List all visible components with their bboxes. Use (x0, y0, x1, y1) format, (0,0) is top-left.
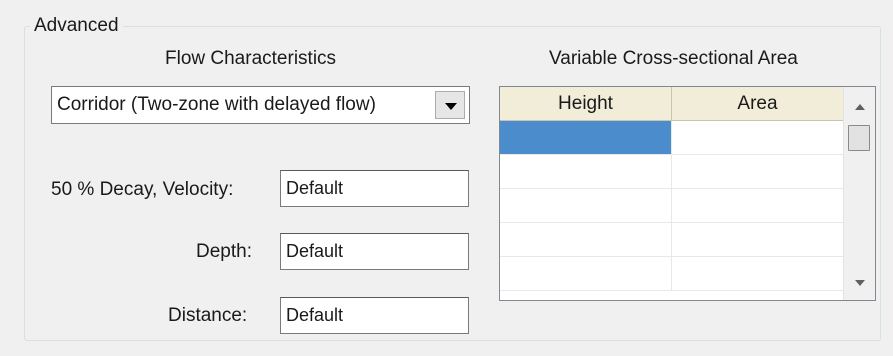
flow-characteristics-selected: Corridor (Two-zone with delayed flow) (57, 94, 376, 115)
scroll-down-button[interactable] (844, 268, 875, 298)
scroll-up-button[interactable] (844, 91, 875, 121)
table-cell-area[interactable] (672, 223, 844, 257)
depth-label: Depth: (196, 241, 252, 262)
table-row (500, 257, 844, 291)
table-cell-area[interactable] (672, 257, 844, 291)
distance-label: Distance: (168, 305, 248, 326)
table-cell-height[interactable] (500, 257, 672, 291)
table-cell-area[interactable] (672, 189, 844, 223)
table-row (500, 121, 844, 155)
chevron-down-icon (445, 103, 457, 110)
decay-velocity-input[interactable]: Default (280, 170, 469, 207)
scrollbar-thumb[interactable] (848, 125, 870, 151)
grid-header: Height Area (500, 87, 844, 121)
table-cell-height[interactable] (500, 155, 672, 189)
decay-velocity-label: 50 % Decay, Velocity: (51, 179, 234, 200)
advanced-group-title: Advanced (30, 16, 123, 36)
table-row (500, 155, 844, 189)
cross-section-grid[interactable]: Height Area (499, 86, 876, 301)
table-cell-area[interactable] (672, 121, 844, 155)
table-cell-height[interactable] (500, 121, 672, 155)
flow-characteristics-title: Flow Characteristics (165, 48, 337, 69)
table-cell-height[interactable] (500, 189, 672, 223)
table-row (500, 189, 844, 223)
variable-cross-section-title: Variable Cross-sectional Area (549, 48, 798, 69)
grid-vertical-scrollbar[interactable] (843, 87, 875, 300)
scroll-up-arrow-icon (855, 104, 865, 110)
dropdown-button[interactable] (435, 91, 465, 119)
table-cell-height[interactable] (500, 223, 672, 257)
table-cell-area[interactable] (672, 155, 844, 189)
column-header-height[interactable]: Height (500, 87, 672, 121)
scroll-down-arrow-icon (855, 280, 865, 286)
column-header-area[interactable]: Area (672, 87, 844, 121)
grid-rows (500, 121, 844, 291)
flow-characteristics-dropdown[interactable]: Corridor (Two-zone with delayed flow) (51, 86, 470, 124)
table-row (500, 223, 844, 257)
depth-input[interactable]: Default (280, 233, 469, 270)
distance-input[interactable]: Default (280, 297, 469, 334)
